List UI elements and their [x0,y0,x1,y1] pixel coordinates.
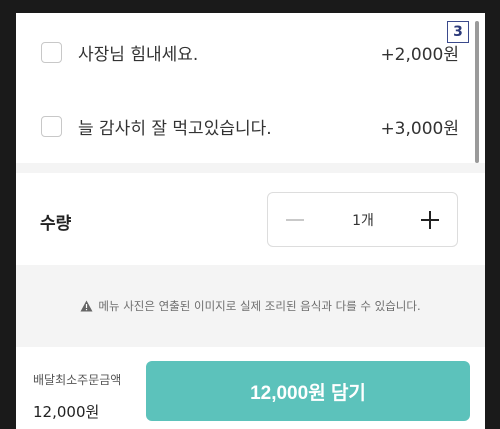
warning-icon [80,300,93,312]
order-footer: 배달최소주문금액 12,000원 12,000원 담기 [16,347,485,429]
quantity-stepper: 1개 [267,192,458,247]
section-divider [16,163,485,173]
option-row-thanks[interactable]: 늘 감사히 잘 먹고있습니다. +3,000원 [16,90,473,162]
add-to-cart-button[interactable]: 12,000원 담기 [146,361,470,421]
minus-icon [286,219,304,221]
quantity-row: 수량 1개 [16,173,485,265]
decrease-button[interactable] [280,205,310,235]
min-order-label: 배달최소주문금액 [33,373,122,387]
option-row-cheer[interactable]: 사장님 힘내세요. +2,000원 [16,16,473,88]
option-price: +3,000원 [380,118,459,139]
quantity-count: 1개 [352,213,374,229]
option-checkbox[interactable] [41,115,62,137]
min-order-value: 12,000원 [33,403,100,421]
step-badge: 3 [447,21,469,43]
scrollbar[interactable] [475,21,479,163]
menu-option-sheet: 사장님 힘내세요. +2,000원 늘 감사히 잘 먹고있습니다. +3,000… [16,13,485,429]
option-price: +2,000원 [380,44,459,65]
notice-banner: 메뉴 사진은 연출된 이미지로 실제 조리된 음식과 다를 수 있습니다. [16,265,485,347]
plus-icon [421,211,439,229]
quantity-label: 수량 [40,214,72,234]
option-checkbox[interactable] [41,41,62,63]
option-label: 늘 감사히 잘 먹고있습니다. [78,118,272,139]
option-label: 사장님 힘내세요. [78,44,199,65]
notice-text: 메뉴 사진은 연출된 이미지로 실제 조리된 음식과 다를 수 있습니다. [98,299,421,313]
increase-button[interactable] [415,205,445,235]
